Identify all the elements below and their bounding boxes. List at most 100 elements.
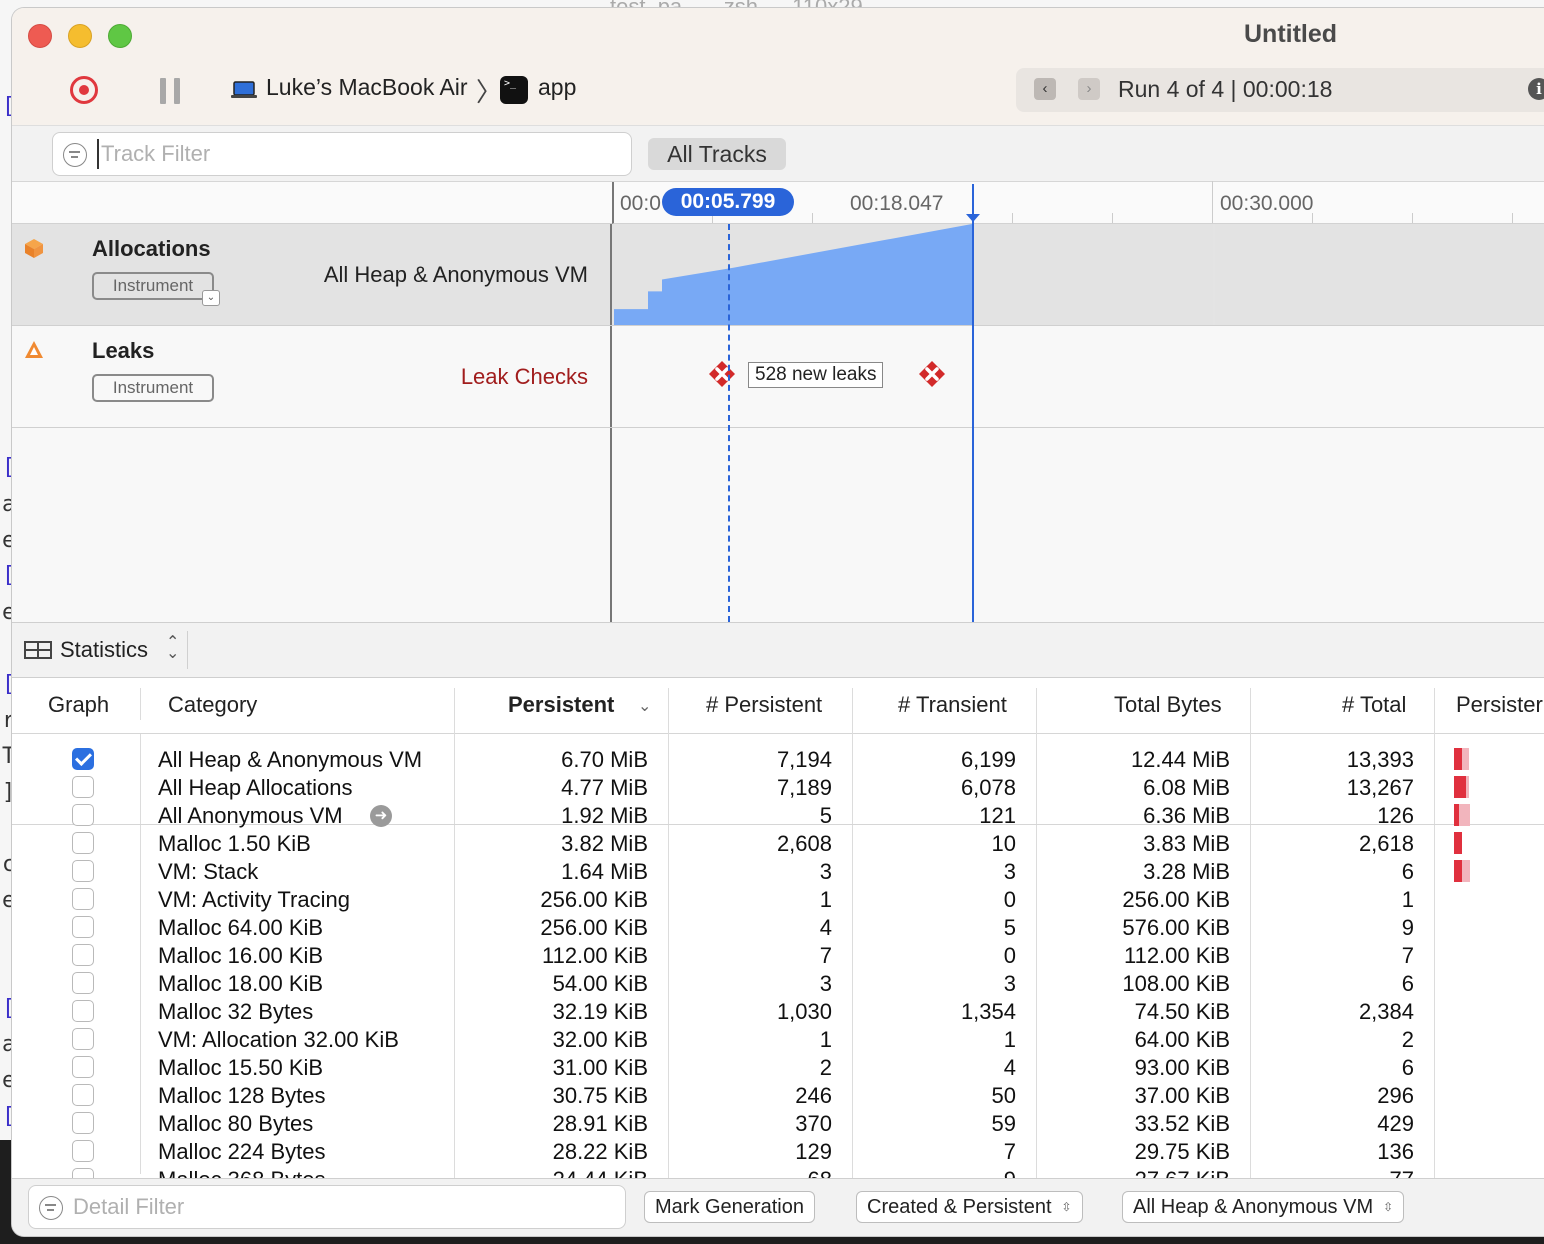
total-bytes-cell: 108.00 KiB bbox=[1122, 971, 1230, 996]
sort-chevron-icon[interactable]: ⌄ bbox=[638, 696, 651, 716]
graph-checkbox[interactable] bbox=[72, 776, 94, 798]
table-row[interactable]: VM: Activity Tracing 256.00 KiB 1 0 256.00 K… bbox=[12, 886, 1544, 914]
total-bytes-cell: 74.50 KiB bbox=[1134, 999, 1230, 1024]
empty-track-header bbox=[12, 428, 612, 622]
record-button[interactable] bbox=[70, 76, 98, 104]
minimize-window-button[interactable] bbox=[68, 24, 92, 48]
n-total-cell: 13,393 bbox=[1346, 747, 1414, 772]
graph-checkbox[interactable] bbox=[72, 944, 94, 966]
column-header-n-total[interactable]: # Total bbox=[1342, 692, 1406, 718]
leak-error-icon[interactable] bbox=[918, 360, 946, 388]
leaks-track[interactable]: Leaks Instrument Leak Checks 528 new lea… bbox=[12, 326, 1544, 428]
n-transient-cell: 1,354 bbox=[960, 999, 1016, 1024]
ruler-tick bbox=[812, 213, 813, 223]
graph-checkbox[interactable] bbox=[72, 1168, 94, 1178]
next-run-button[interactable]: › bbox=[1078, 78, 1100, 100]
total-bytes-cell: 29.75 KiB bbox=[1134, 1139, 1230, 1164]
target-device[interactable]: Luke’s MacBook Air bbox=[266, 74, 468, 101]
graph-checkbox[interactable] bbox=[72, 1056, 94, 1078]
instrument-badge[interactable]: Instrument bbox=[92, 374, 214, 402]
n-transient-cell: 121 bbox=[979, 803, 1016, 828]
info-icon[interactable]: i bbox=[1528, 78, 1544, 100]
table-row[interactable]: Malloc 224 Bytes 28.22 KiB 129 7 29.75 KiB 13… bbox=[12, 1138, 1544, 1166]
n-transient-cell: 0 bbox=[1003, 943, 1016, 968]
graph-checkbox[interactable] bbox=[72, 804, 94, 826]
n-transient-cell: 6,078 bbox=[960, 775, 1016, 800]
detail-view-bar: Statistics ⌃ ⌄ bbox=[12, 622, 1544, 678]
target-process[interactable]: app bbox=[538, 74, 576, 101]
persistent-bar bbox=[1454, 748, 1462, 770]
zoom-window-button[interactable] bbox=[108, 24, 132, 48]
column-divider bbox=[140, 688, 141, 720]
graph-checkbox[interactable] bbox=[72, 1084, 94, 1106]
total-bytes-cell: 3.83 MiB bbox=[1143, 831, 1230, 856]
allocations-track[interactable]: Allocations Instrument ⌄ All Heap & Anon… bbox=[12, 224, 1544, 326]
total-bytes-cell: 576.00 KiB bbox=[1122, 915, 1230, 940]
n-persistent-cell: 7,194 bbox=[776, 747, 832, 772]
graph-checkbox[interactable] bbox=[72, 1112, 94, 1134]
instrument-badge[interactable]: Instrument bbox=[92, 272, 214, 300]
detail-view-selector[interactable]: Statistics ⌃ ⌄ bbox=[12, 631, 188, 669]
table-row[interactable]: Malloc 64.00 KiB 256.00 KiB 4 5 576.00 KiB 9 bbox=[12, 914, 1544, 942]
terminal-app-icon[interactable]: >_ bbox=[500, 76, 528, 104]
persistent-cell: 31.00 KiB bbox=[552, 1055, 648, 1080]
table-row[interactable]: Malloc 16.00 KiB 112.00 KiB 7 0 112.00 KiB 7 bbox=[12, 942, 1544, 970]
table-row[interactable]: All Heap Allocations 4.77 MiB 7,189 6,078 6.… bbox=[12, 774, 1544, 802]
table-row[interactable]: Malloc 15.50 KiB 31.00 KiB 2 4 93.00 KiB 6 bbox=[12, 1054, 1544, 1082]
category-cell: Malloc 16.00 KiB bbox=[158, 943, 324, 968]
ruler-tick bbox=[1512, 213, 1513, 223]
ruler-left-pane bbox=[12, 182, 612, 224]
ruler-tick bbox=[1312, 213, 1313, 223]
focus-arrow-icon[interactable]: ➜ bbox=[370, 805, 392, 827]
table-row[interactable]: Malloc 32 Bytes 32.19 KiB 1,030 1,354 74.50 … bbox=[12, 998, 1544, 1026]
n-persistent-cell: 1 bbox=[819, 887, 832, 912]
table-row[interactable]: VM: Stack 1.64 MiB 3 3 3.28 MiB 6 bbox=[12, 858, 1544, 886]
table-row[interactable]: All Anonymous VM 1.92 MiB 5 121 6.36 MiB 126 ➜ bbox=[12, 802, 1544, 830]
total-bytes-cell: 27.67 KiB bbox=[1135, 1166, 1230, 1178]
column-header-category[interactable]: Category bbox=[168, 692, 257, 718]
table-row[interactable]: Malloc 80 Bytes 28.91 KiB 370 59 33.52 KiB 42… bbox=[12, 1110, 1544, 1138]
laptop-icon[interactable] bbox=[230, 80, 258, 100]
pause-button[interactable] bbox=[160, 78, 182, 104]
all-tracks-button[interactable]: All Tracks bbox=[648, 138, 786, 170]
graph-checkbox[interactable] bbox=[72, 832, 94, 854]
graph-checkbox[interactable] bbox=[72, 1000, 94, 1022]
graph-checkbox[interactable] bbox=[72, 888, 94, 910]
leak-error-icon[interactable] bbox=[708, 360, 736, 388]
table-row[interactable]: VM: Allocation 32.00 KiB 32.00 KiB 1 1 64.00… bbox=[12, 1026, 1544, 1054]
graph-checkbox[interactable] bbox=[72, 1028, 94, 1050]
column-header-persistent-graph[interactable]: Persister bbox=[1456, 692, 1543, 718]
graph-checkbox[interactable] bbox=[72, 748, 94, 770]
category-cell: Malloc 64.00 KiB bbox=[158, 915, 324, 940]
column-header-n-transient[interactable]: # Transient bbox=[898, 692, 1007, 718]
column-header-n-persistent[interactable]: # Persistent bbox=[706, 692, 822, 718]
heap-scope-label: All Heap & Anonymous VM bbox=[1133, 1196, 1374, 1218]
table-row[interactable]: Malloc 1.50 KiB 3.82 MiB 2,608 10 3.83 MiB 2,… bbox=[12, 830, 1544, 858]
table-row[interactable]: Malloc 128 Bytes 30.75 KiB 246 50 37.00 KiB 2… bbox=[12, 1082, 1544, 1110]
ruler-label: 00:18.047 bbox=[850, 192, 944, 215]
heap-scope-popup[interactable]: All Heap & Anonymous VM ⇳ bbox=[1122, 1191, 1405, 1223]
n-transient-cell: 3 bbox=[1003, 971, 1016, 996]
detail-filter-field[interactable] bbox=[28, 1185, 626, 1229]
graph-checkbox[interactable] bbox=[72, 860, 94, 882]
track-filter-field[interactable] bbox=[52, 132, 632, 176]
lifespan-popup[interactable]: Created & Persistent ⇳ bbox=[856, 1191, 1083, 1223]
column-header-persistent[interactable]: Persistent bbox=[508, 692, 614, 718]
graph-checkbox[interactable] bbox=[72, 1140, 94, 1162]
chevron-down-icon[interactable]: ⌄ bbox=[202, 290, 220, 306]
previous-run-button[interactable]: ‹ bbox=[1034, 78, 1056, 100]
mark-generation-button[interactable]: Mark Generation bbox=[644, 1191, 815, 1223]
graph-checkbox[interactable] bbox=[72, 972, 94, 994]
title-bar: Untitled Luke’s MacBook Air 〉 >_ app ‹ ›… bbox=[12, 8, 1544, 126]
table-row[interactable]: All Heap & Anonymous VM 6.70 MiB 7,194 6,19… bbox=[12, 746, 1544, 774]
playhead-time[interactable]: 00:05.799 bbox=[662, 188, 794, 216]
track-header: Allocations Instrument ⌄ All Heap & Anon… bbox=[12, 224, 612, 325]
close-window-button[interactable] bbox=[28, 24, 52, 48]
table-row[interactable]: Malloc 18.00 KiB 54.00 KiB 3 3 108.00 KiB 6 bbox=[12, 970, 1544, 998]
graph-checkbox[interactable] bbox=[72, 916, 94, 938]
column-header-graph[interactable]: Graph bbox=[48, 692, 109, 718]
table-row[interactable]: Malloc 368 Bytes 24.44 KiB 68 9 27.67 KiB 77 bbox=[12, 1166, 1544, 1178]
detail-filter-input[interactable] bbox=[73, 1192, 613, 1222]
track-filter-input[interactable] bbox=[97, 139, 617, 169]
column-header-total-bytes[interactable]: Total Bytes bbox=[1114, 692, 1222, 718]
